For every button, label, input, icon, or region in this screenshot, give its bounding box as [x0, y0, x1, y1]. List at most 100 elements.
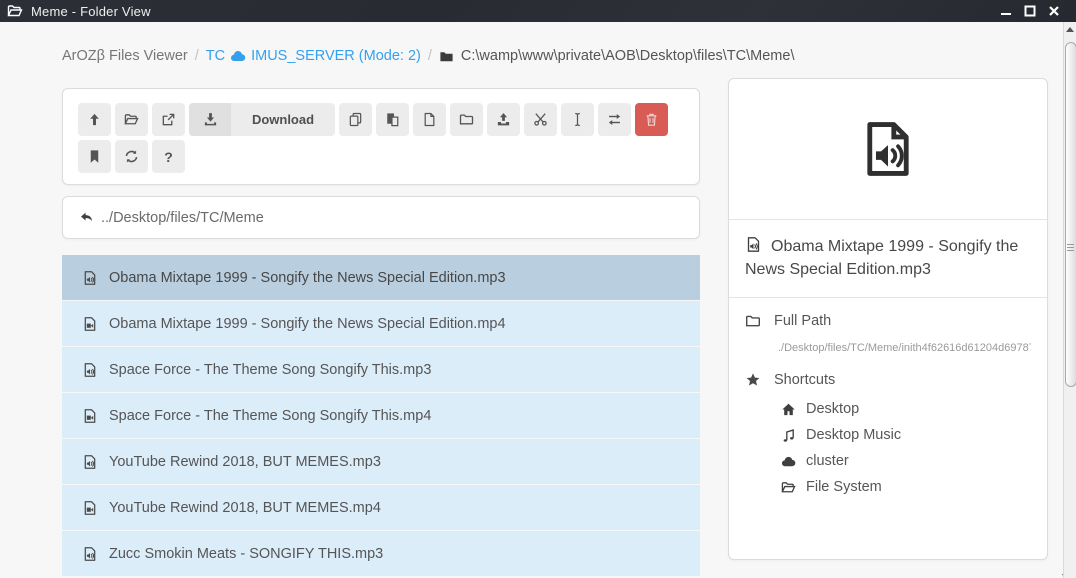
- full-path-label: Full Path: [774, 313, 831, 329]
- file-row[interactable]: Zucc Smokin Meats - SONGIFY THIS.mp3: [62, 531, 700, 576]
- help-button[interactable]: ?: [152, 140, 185, 173]
- breadcrumb-app[interactable]: ArOZβ Files Viewer: [62, 48, 188, 64]
- star-icon: [745, 372, 761, 388]
- scrollbar-grip: [1067, 242, 1074, 253]
- shortcut-item-cluster[interactable]: cluster: [781, 453, 1031, 469]
- shortcuts-section-header: Shortcuts: [745, 372, 1031, 388]
- download-label: Download: [231, 112, 335, 127]
- open-button[interactable]: [115, 103, 148, 136]
- bookmark-icon: [87, 149, 102, 164]
- preview-details: Full Path ./Desktop/files/TC/Meme/inith4…: [729, 298, 1047, 520]
- folder-icon: [439, 49, 454, 64]
- delete-button[interactable]: [635, 103, 668, 136]
- file-row[interactable]: Obama Mixtape 1999 - Songify the News Sp…: [62, 255, 700, 300]
- preview-file-title: Obama Mixtape 1999 - Songify the News Sp…: [729, 220, 1047, 298]
- upload-icon: [496, 112, 511, 127]
- vertical-scrollbar[interactable]: [1063, 22, 1076, 578]
- shortcut-item-file-system[interactable]: File System: [781, 479, 1031, 495]
- cut-button[interactable]: [524, 103, 557, 136]
- trash-icon: [644, 112, 659, 127]
- breadcrumb: ArOZβ Files Viewer / TC IMUS_SERVER (Mod…: [62, 48, 794, 64]
- file-name: Obama Mixtape 1999 - Songify the News Sp…: [109, 270, 506, 286]
- paste-button[interactable]: [376, 103, 409, 136]
- shortcut-item-desktop[interactable]: Desktop: [781, 401, 1031, 417]
- file-audio-icon: [82, 270, 98, 286]
- reply-arrow-icon: [79, 210, 94, 225]
- new-folder-button[interactable]: [450, 103, 483, 136]
- file-icon: [422, 112, 437, 127]
- preview-image-area: [729, 79, 1047, 220]
- open-external-button[interactable]: [152, 103, 185, 136]
- copy-icon: [348, 112, 363, 127]
- file-video-icon: [82, 408, 98, 424]
- shortcut-item-desktop-music[interactable]: Desktop Music: [781, 427, 1031, 443]
- file-row[interactable]: Space Force - The Theme Song Songify Thi…: [62, 347, 700, 392]
- folder-icon: [459, 112, 474, 127]
- toolbar: Download ?: [62, 88, 700, 185]
- path-bar-text: ../Desktop/files/TC/Meme: [101, 210, 264, 226]
- breadcrumb-server-name: IMUS_SERVER (Mode: 2): [251, 48, 421, 64]
- new-file-button[interactable]: [413, 103, 446, 136]
- file-name: Space Force - The Theme Song Songify Thi…: [109, 408, 431, 424]
- file-name: Space Force - The Theme Song Songify Thi…: [109, 362, 431, 378]
- exchange-icon: [607, 112, 622, 127]
- window-titlebar: Meme - Folder View: [0, 0, 1076, 22]
- move-button[interactable]: [598, 103, 631, 136]
- window-title: Meme - Folder View: [31, 4, 151, 19]
- file-row[interactable]: YouTube Rewind 2018, BUT MEMES.mp3: [62, 439, 700, 484]
- file-name: YouTube Rewind 2018, BUT MEMES.mp4: [109, 500, 381, 516]
- rename-button[interactable]: [561, 103, 594, 136]
- breadcrumb-separator: /: [195, 48, 199, 64]
- toolbar-row-2: ?: [78, 140, 684, 173]
- cloud-icon: [781, 454, 796, 469]
- path-bar[interactable]: ../Desktop/files/TC/Meme: [62, 196, 700, 239]
- refresh-icon: [124, 149, 139, 164]
- shortcut-label: cluster: [806, 453, 849, 469]
- question-icon: ?: [164, 149, 173, 165]
- bookmark-button[interactable]: [78, 140, 111, 173]
- up-button[interactable]: [78, 103, 111, 136]
- file-row[interactable]: YouTube Rewind 2018, BUT MEMES.mp4: [62, 485, 700, 530]
- full-path-value: ./Desktop/files/TC/Meme/inith4f62616d612…: [778, 342, 1031, 354]
- file-video-icon: [82, 316, 98, 332]
- file-name: Zucc Smokin Meats - SONGIFY THIS.mp3: [109, 546, 383, 562]
- music-icon: [781, 428, 796, 443]
- full-path-section-header: Full Path: [745, 313, 1031, 329]
- folder-open-icon: [7, 3, 23, 19]
- scrollbar-up-arrow-icon[interactable]: [1064, 22, 1076, 37]
- scrollbar-thumb[interactable]: [1065, 42, 1076, 387]
- download-icon: [203, 112, 218, 127]
- close-icon[interactable]: [1047, 5, 1060, 18]
- minimize-icon[interactable]: [999, 5, 1012, 18]
- maximize-icon[interactable]: [1023, 5, 1036, 18]
- home-icon: [781, 402, 796, 417]
- file-video-icon: [82, 500, 98, 516]
- scissors-icon: [533, 112, 548, 127]
- file-name: Obama Mixtape 1999 - Songify the News Sp…: [109, 316, 506, 332]
- file-audio-icon: [82, 546, 98, 562]
- shortcut-label: Desktop Music: [806, 427, 901, 443]
- breadcrumb-current-path: C:\wamp\www\private\AOB\Desktop\files\TC…: [439, 48, 795, 64]
- preview-file-name: Obama Mixtape 1999 - Songify the News Sp…: [745, 238, 1018, 278]
- copy-button[interactable]: [339, 103, 372, 136]
- folder-open-icon: [124, 112, 139, 127]
- file-name: YouTube Rewind 2018, BUT MEMES.mp3: [109, 454, 381, 470]
- shortcut-label: Desktop: [806, 401, 859, 417]
- file-row[interactable]: Space Force - The Theme Song Songify Thi…: [62, 393, 700, 438]
- arrow-up-icon: [87, 112, 102, 127]
- file-audio-icon: [82, 454, 98, 470]
- cloud-icon: [230, 48, 246, 64]
- download-segment: [189, 103, 231, 136]
- refresh-button[interactable]: [115, 140, 148, 173]
- upload-button[interactable]: [487, 103, 520, 136]
- audio-file-icon: [857, 118, 919, 180]
- folder-open-icon: [781, 480, 796, 495]
- breadcrumb-server[interactable]: TC IMUS_SERVER (Mode: 2): [206, 48, 421, 64]
- paste-icon: [385, 112, 400, 127]
- shortcut-list: Desktop Desktop Music cluster File System: [781, 401, 1031, 495]
- breadcrumb-path-text: C:\wamp\www\private\AOB\Desktop\files\TC…: [461, 48, 795, 64]
- audio-file-icon: [745, 236, 762, 253]
- download-button[interactable]: Download: [189, 103, 335, 136]
- shortcuts-label: Shortcuts: [774, 372, 835, 388]
- file-row[interactable]: Obama Mixtape 1999 - Songify the News Sp…: [62, 301, 700, 346]
